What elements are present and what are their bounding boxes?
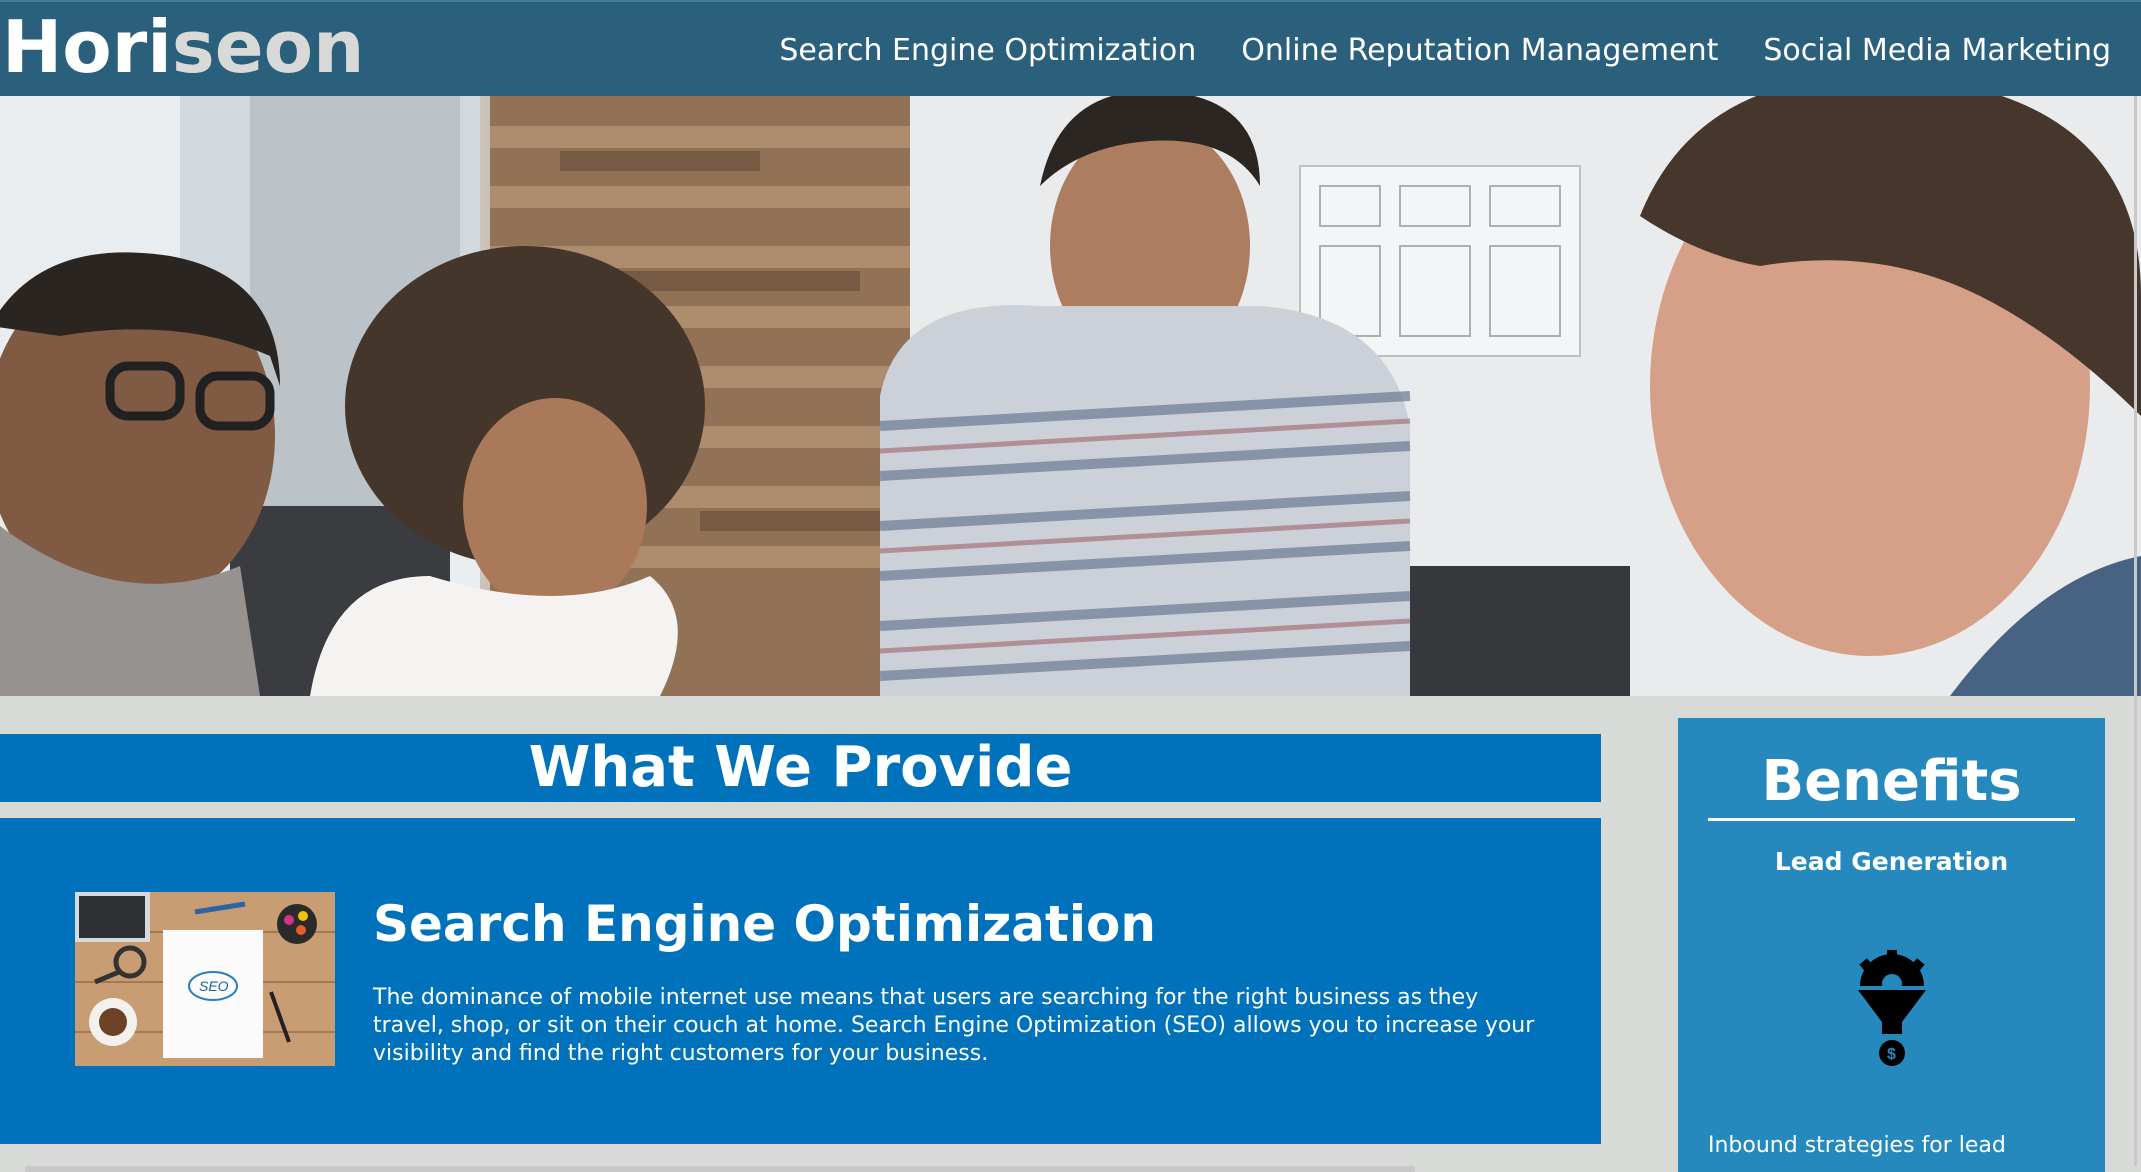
vertical-scrollbar[interactable]	[2134, 96, 2137, 1166]
site-header: Horiseon Search Engine Optimization Onli…	[0, 0, 2141, 96]
service-description-seo: The dominance of mobile internet use mea…	[373, 985, 1535, 1066]
lead-generation-funnel-icon: $	[1856, 950, 1928, 1068]
benefit-heading-lead-generation: Lead Generation	[1774, 847, 2009, 876]
nav-link-social-media[interactable]: Social Media Marketing	[1763, 33, 2111, 68]
seo-image: SEO	[75, 892, 335, 1066]
main-nav: Search Engine Optimization Online Reputa…	[779, 2, 2141, 98]
svg-text:$: $	[1887, 1046, 1896, 1063]
benefits-divider	[1708, 818, 2075, 821]
benefits-title: Benefits	[1761, 749, 2022, 814]
site-logo[interactable]: Horiseon	[2, 4, 364, 90]
nav-link-reputation[interactable]: Online Reputation Management	[1241, 33, 1718, 68]
service-card-seo: SEO Search Engine Optimization The domin…	[0, 818, 1601, 1144]
section-title-what-we-provide: What We Provide	[0, 734, 1601, 802]
logo-text-main: Hori	[2, 5, 172, 89]
seo-illustration-text: SEO	[199, 978, 229, 994]
horizontal-scrollbar[interactable]	[25, 1166, 1415, 1172]
hero-image	[0, 96, 2141, 696]
benefits-sidebar: Benefits Lead Generation $ Inbound strat…	[1678, 718, 2105, 1172]
hero-photo	[0, 96, 2141, 696]
nav-link-seo[interactable]: Search Engine Optimization	[779, 33, 1196, 68]
benefit-text-lead-generation: Inbound strategies for lead	[1708, 1133, 2006, 1158]
service-title-seo: Search Engine Optimization	[373, 895, 1156, 953]
seo-illustration-icon: SEO	[75, 892, 335, 1066]
logo-text-accent: seon	[171, 5, 365, 89]
